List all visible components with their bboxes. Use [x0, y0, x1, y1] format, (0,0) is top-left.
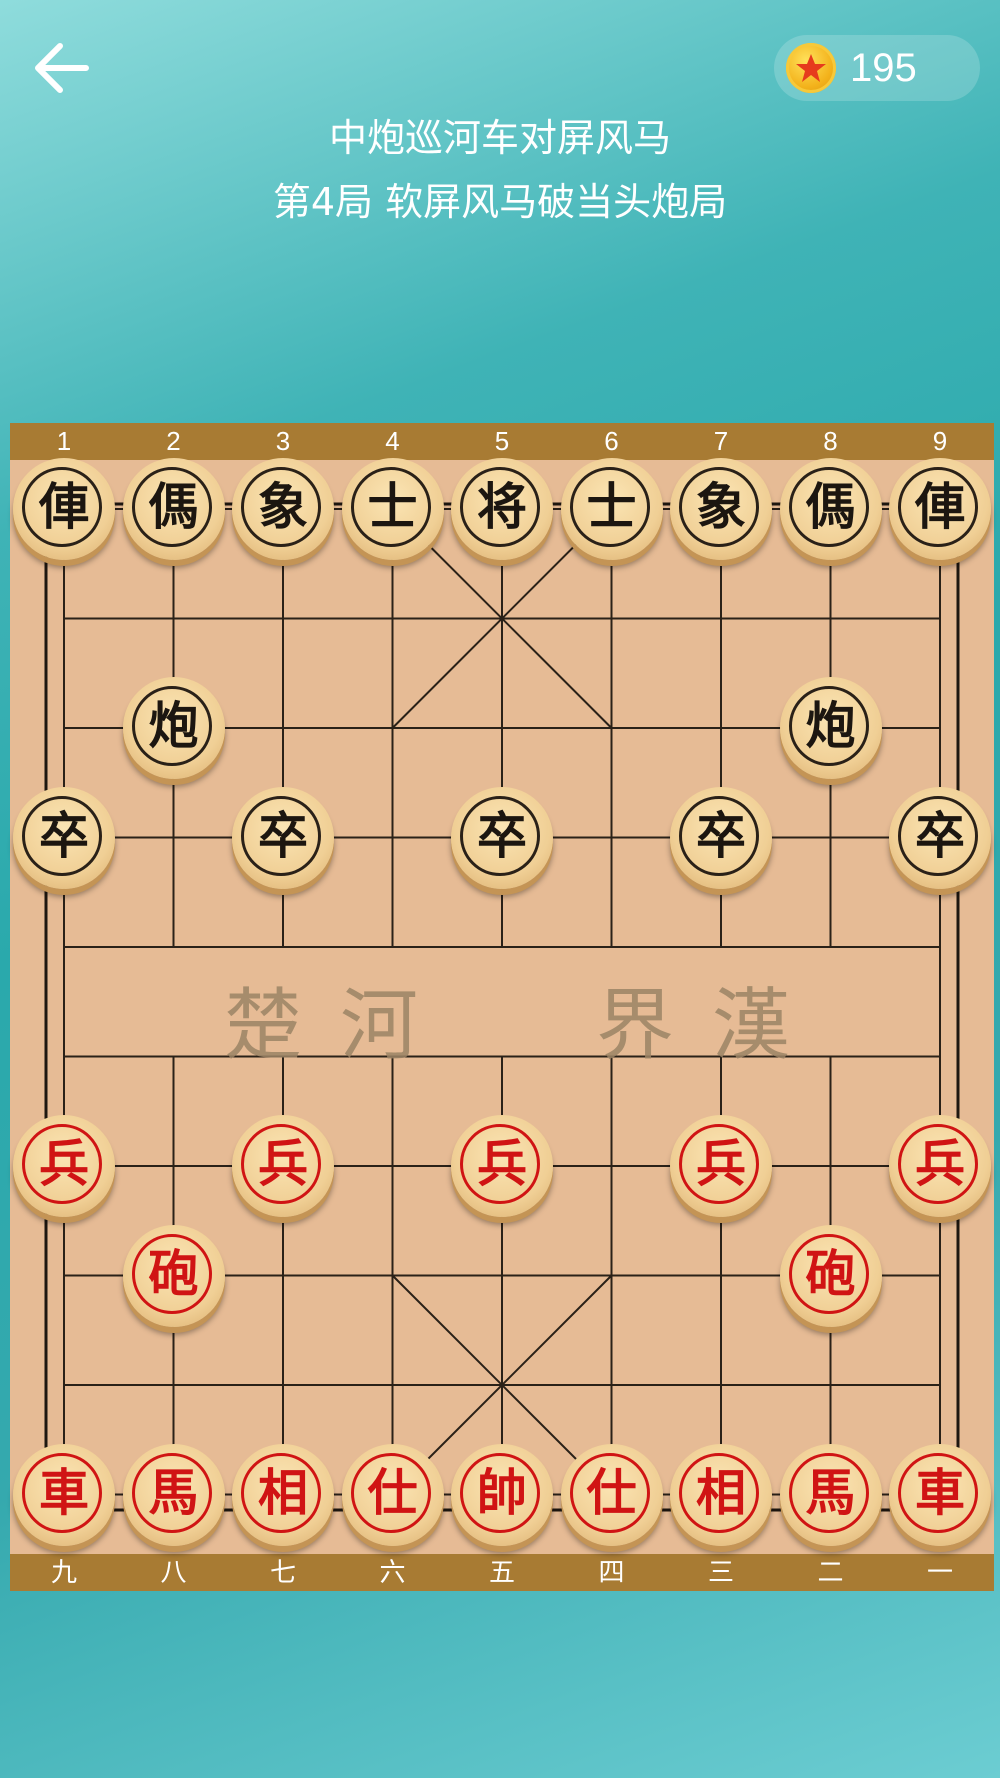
- river-text-chu: 楚: [224, 981, 303, 1071]
- piece-char: 士: [586, 478, 637, 536]
- piece-char: 兵: [39, 1135, 89, 1193]
- opening-title: 中炮巡河车对屏风马: [328, 116, 671, 160]
- piece-char: 砲: [805, 1244, 856, 1303]
- piece-char: 仕: [367, 1463, 418, 1522]
- piece-char: 車: [39, 1463, 89, 1522]
- piece-red-soldier-3[interactable]: 兵: [451, 1115, 553, 1217]
- piece-red-advisor-2[interactable]: 仕: [560, 1443, 663, 1546]
- piece-red-advisor-1[interactable]: 仕: [341, 1443, 444, 1546]
- piece-char: 象: [696, 478, 746, 536]
- piece-red-soldier-1[interactable]: 兵: [13, 1115, 115, 1217]
- piece-black-general[interactable]: 将: [451, 458, 553, 560]
- piece-char: 兵: [696, 1135, 746, 1193]
- piece-char: 仕: [586, 1463, 637, 1522]
- piece-char: 卒: [39, 806, 89, 865]
- piece-char: 兵: [258, 1135, 308, 1193]
- chess-board[interactable]: 123456789 九八七六五四三二一 楚 河 界 漢 俥傌象士将士象傌俥炮炮卒…: [10, 423, 994, 1591]
- piece-red-chariot-1[interactable]: 車: [13, 1443, 115, 1546]
- river-text-han: 漢: [712, 981, 791, 1071]
- piece-red-horse-2[interactable]: 馬: [779, 1443, 882, 1546]
- star-coin-icon: [786, 43, 836, 93]
- piece-char: 馬: [148, 1463, 199, 1522]
- piece-red-chariot-2[interactable]: 車: [889, 1443, 991, 1546]
- piece-black-soldier-3[interactable]: 卒: [451, 786, 553, 889]
- piece-char: 卒: [915, 806, 965, 865]
- back-button[interactable]: [30, 36, 94, 100]
- piece-red-elephant-2[interactable]: 相: [670, 1443, 772, 1546]
- piece-black-advisor-1[interactable]: 士: [341, 458, 444, 560]
- piece-red-soldier-4[interactable]: 兵: [670, 1115, 772, 1217]
- piece-char: 兵: [915, 1135, 965, 1193]
- piece-char: 卒: [477, 806, 527, 865]
- piece-char: 相: [696, 1463, 746, 1522]
- piece-red-elephant-1[interactable]: 相: [232, 1443, 334, 1546]
- piece-black-soldier-4[interactable]: 卒: [670, 786, 772, 889]
- piece-black-soldier-5[interactable]: 卒: [889, 786, 991, 889]
- piece-char: 相: [258, 1463, 308, 1522]
- coin-balance: 195: [774, 35, 980, 101]
- piece-black-cannon-2[interactable]: 炮: [779, 677, 882, 779]
- piece-char: 車: [915, 1463, 965, 1522]
- piece-char: 傌: [805, 478, 856, 536]
- piece-red-cannon-2[interactable]: 砲: [779, 1224, 882, 1327]
- piece-char: 卒: [258, 806, 308, 865]
- piece-char: 帥: [477, 1463, 527, 1522]
- piece-black-soldier-2[interactable]: 卒: [232, 786, 334, 889]
- piece-black-soldier-1[interactable]: 卒: [13, 786, 115, 889]
- top-bar: 195: [0, 0, 1000, 120]
- piece-char: 士: [367, 478, 418, 536]
- piece-char: 炮: [805, 697, 856, 755]
- piece-black-cannon-1[interactable]: 炮: [122, 677, 225, 779]
- piece-black-elephant-1[interactable]: 象: [232, 458, 334, 560]
- piece-black-chariot-2[interactable]: 俥: [889, 458, 991, 560]
- piece-char: 将: [477, 478, 527, 536]
- river-text-jie: 界: [596, 981, 675, 1071]
- piece-char: 砲: [148, 1244, 199, 1303]
- board-grid: [44, 502, 960, 1512]
- arrow-left-icon: [35, 43, 89, 93]
- piece-char: 象: [258, 478, 308, 536]
- piece-red-horse-1[interactable]: 馬: [122, 1443, 225, 1546]
- piece-red-soldier-2[interactable]: 兵: [232, 1115, 334, 1217]
- piece-red-cannon-1[interactable]: 砲: [122, 1224, 225, 1327]
- piece-black-advisor-2[interactable]: 士: [560, 458, 663, 560]
- piece-char: 傌: [148, 478, 199, 536]
- piece-black-chariot-1[interactable]: 俥: [13, 458, 115, 560]
- piece-red-general[interactable]: 帥: [451, 1443, 553, 1546]
- game-subtitle: 第4局 软屏风马破当头炮局: [272, 180, 728, 224]
- piece-char: 兵: [477, 1135, 527, 1193]
- piece-char: 炮: [148, 697, 199, 755]
- piece-char: 馬: [805, 1463, 856, 1522]
- coin-count: 195: [850, 46, 917, 90]
- river-text-he: 河: [340, 981, 419, 1071]
- piece-char: 俥: [39, 478, 89, 536]
- piece-char: 俥: [915, 478, 965, 536]
- piece-red-soldier-5[interactable]: 兵: [889, 1115, 991, 1217]
- piece-black-horse-1[interactable]: 傌: [122, 458, 225, 560]
- piece-black-horse-2[interactable]: 傌: [779, 458, 882, 560]
- piece-black-elephant-2[interactable]: 象: [670, 458, 772, 560]
- piece-char: 卒: [696, 806, 746, 865]
